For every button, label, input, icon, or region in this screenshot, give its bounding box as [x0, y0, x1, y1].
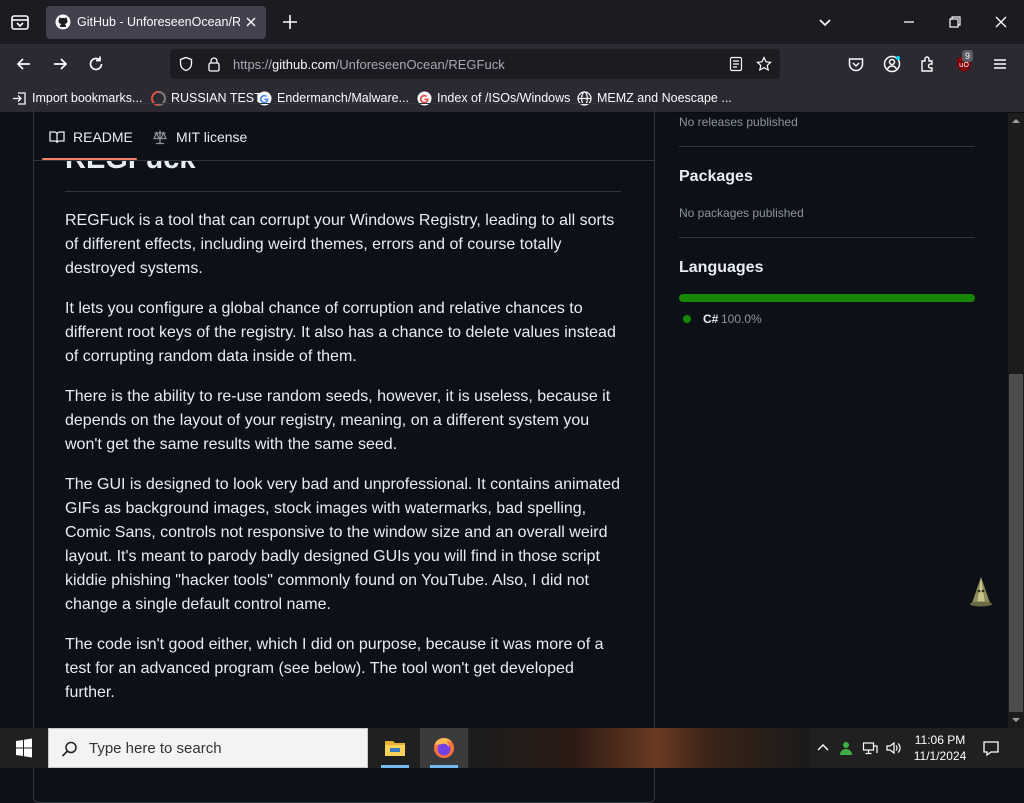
active-tab[interactable]: GitHub - UnforeseenOcean/REGFuck	[46, 6, 266, 39]
minimize-icon[interactable]	[899, 12, 919, 32]
tab-label: MIT license	[176, 129, 248, 145]
volume-icon[interactable]	[885, 740, 901, 756]
scroll-up-icon[interactable]	[1010, 114, 1022, 126]
language-name[interactable]: C#	[703, 312, 718, 326]
windows-taskbar: Type here to search 11:06 PM 11/1/2024	[0, 728, 1024, 768]
account-icon[interactable]	[882, 54, 902, 74]
taskbar-background-art	[470, 728, 810, 768]
tab-label: README	[73, 129, 133, 145]
taskbar-search[interactable]: Type here to search	[48, 728, 368, 768]
clock-time: 11:06 PM	[914, 733, 966, 747]
title-divider	[65, 191, 621, 192]
search-placeholder: Type here to search	[89, 740, 222, 757]
forward-icon[interactable]	[50, 54, 70, 74]
desktop-mascot-image[interactable]	[968, 575, 994, 607]
tracking-protection-icon[interactable]	[178, 56, 194, 72]
scale-icon	[152, 129, 168, 145]
import-icon	[12, 91, 27, 106]
book-icon	[49, 129, 65, 145]
readme-tab-nav: README MIT license	[34, 113, 654, 161]
github-icon	[55, 14, 71, 30]
url-host: github.com	[272, 57, 336, 72]
close-tab-icon[interactable]	[244, 15, 258, 29]
navigation-toolbar: https://github.com/UnforeseenOcean/REGFu…	[0, 44, 1024, 84]
readme-paragraph: The code isn't good either, which I did …	[65, 636, 604, 701]
extension-badge: 9	[962, 50, 974, 62]
readme-paragraph: The GUI is designed to look very bad and…	[65, 476, 620, 613]
tab-list-icon[interactable]	[8, 10, 32, 34]
address-bar[interactable]: https://github.com/UnforeseenOcean/REGFu…	[170, 49, 780, 79]
packages-status: No packages published	[679, 206, 804, 220]
language-color-dot	[683, 315, 691, 323]
sidebar-divider	[679, 237, 975, 238]
svg-text:uO: uO	[959, 61, 969, 69]
list-all-tabs-icon[interactable]	[815, 12, 835, 32]
scrollbar-thumb[interactable]	[1009, 374, 1023, 712]
pocket-icon[interactable]	[846, 54, 866, 74]
taskbar-clock[interactable]: 11:06 PM 11/1/2024	[905, 732, 975, 764]
restore-icon[interactable]	[945, 12, 965, 32]
start-button[interactable]	[0, 728, 48, 768]
extensions-icon[interactable]	[918, 54, 938, 74]
active-tab-underline	[42, 158, 137, 160]
people-icon[interactable]	[838, 740, 854, 756]
bookmark-star-icon[interactable]	[756, 56, 772, 72]
browser-tab-bar: GitHub - UnforeseenOcean/REGFuck	[0, 0, 1024, 44]
tab-title: GitHub - UnforeseenOcean/REGFuck	[77, 15, 240, 29]
sidebar-divider	[679, 146, 975, 147]
url-prefix: https://	[233, 57, 273, 72]
reader-view-icon[interactable]	[728, 56, 744, 72]
readme-paragraph: REGFuck is a tool that can corrupt your …	[65, 212, 615, 277]
url-path: /UnforeseenOcean/REGFuck	[335, 57, 505, 72]
file-explorer-button[interactable]	[371, 728, 419, 768]
releases-status: No releases published	[679, 115, 798, 129]
readme-paragraph: It lets you configure a global chance of…	[65, 300, 616, 365]
lock-icon[interactable]	[206, 56, 222, 72]
menu-icon[interactable]	[990, 54, 1010, 74]
show-hidden-icons-icon[interactable]	[815, 740, 831, 756]
reload-icon[interactable]	[86, 54, 106, 74]
scroll-down-icon[interactable]	[1010, 713, 1022, 725]
language-bar	[679, 294, 975, 302]
url-text[interactable]: https://github.com/UnforeseenOcean/REGFu…	[233, 57, 505, 72]
network-icon[interactable]	[862, 740, 878, 756]
close-window-icon[interactable]	[991, 12, 1011, 32]
firefox-button[interactable]	[420, 728, 468, 768]
new-tab-icon[interactable]	[280, 12, 300, 32]
languages-heading: Languages	[679, 259, 764, 276]
search-icon	[61, 740, 79, 758]
packages-heading[interactable]: Packages	[679, 168, 753, 186]
language-percent: 100.0%	[721, 312, 762, 326]
notifications-icon[interactable]	[982, 739, 1000, 757]
clock-date: 11/1/2024	[913, 749, 967, 763]
readme-paragraph: There is the ability to re-use random se…	[65, 388, 611, 453]
back-icon[interactable]	[14, 54, 34, 74]
